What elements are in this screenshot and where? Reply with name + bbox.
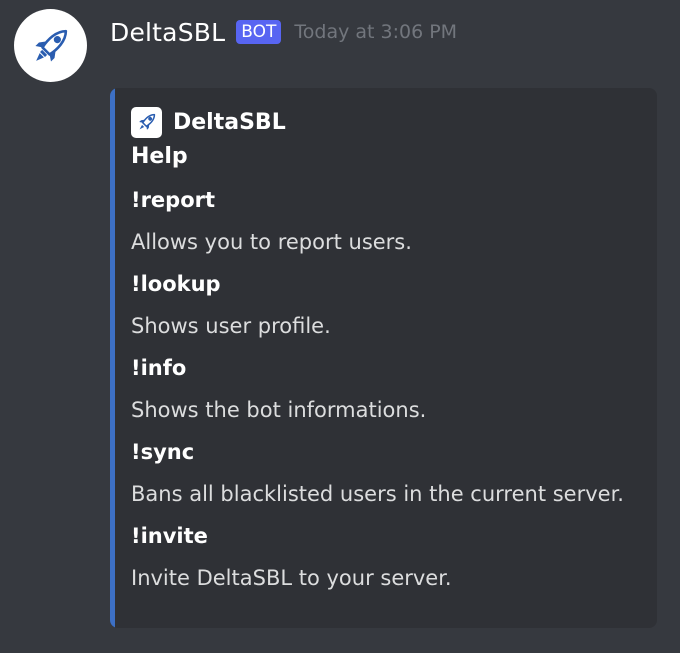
field-name: !info [131,356,187,380]
rocket-icon [138,113,155,130]
embed-field-sync: !sync Bans all blacklisted users in the … [131,437,651,509]
embed-field-lookup: !lookup Shows user profile. [131,269,651,341]
embed-field-invite: !invite Invite DeltaSBL to your server. [131,521,651,593]
field-value: Shows the bot informations. [131,398,427,422]
field-name: !sync [131,440,195,464]
message-header: DeltaSBL BOT Today at 3:06 PM [110,14,457,50]
field-value: Bans all blacklisted users in the curren… [131,482,624,506]
field-value: Invite DeltaSBL to your server. [131,566,452,590]
embed: DeltaSBL Help !report Allows you to repo… [110,88,657,628]
embed-author-avatar [131,106,162,138]
embed-accent-bar [110,88,115,628]
field-name: !invite [131,524,208,548]
username[interactable]: DeltaSBL [110,18,225,47]
field-value: Shows user profile. [131,314,331,338]
embed-author: DeltaSBL [131,105,651,139]
field-name: !report [131,188,216,212]
embed-content: DeltaSBL Help !report Allows you to repo… [131,105,651,593]
chat-message: DeltaSBL BOT Today at 3:06 PM DeltaSBL H… [0,0,680,653]
timestamp: Today at 3:06 PM [294,21,458,43]
avatar[interactable] [14,9,87,82]
embed-field-info: !info Shows the bot informations. [131,353,651,425]
embed-author-name: DeltaSBL [173,109,286,135]
embed-field-report: !report Allows you to report users. [131,185,651,257]
bot-badge: BOT [236,20,282,44]
rocket-icon [34,29,67,62]
field-name: !lookup [131,272,221,296]
field-value: Allows you to report users. [131,230,412,254]
embed-title: Help [131,144,188,169]
